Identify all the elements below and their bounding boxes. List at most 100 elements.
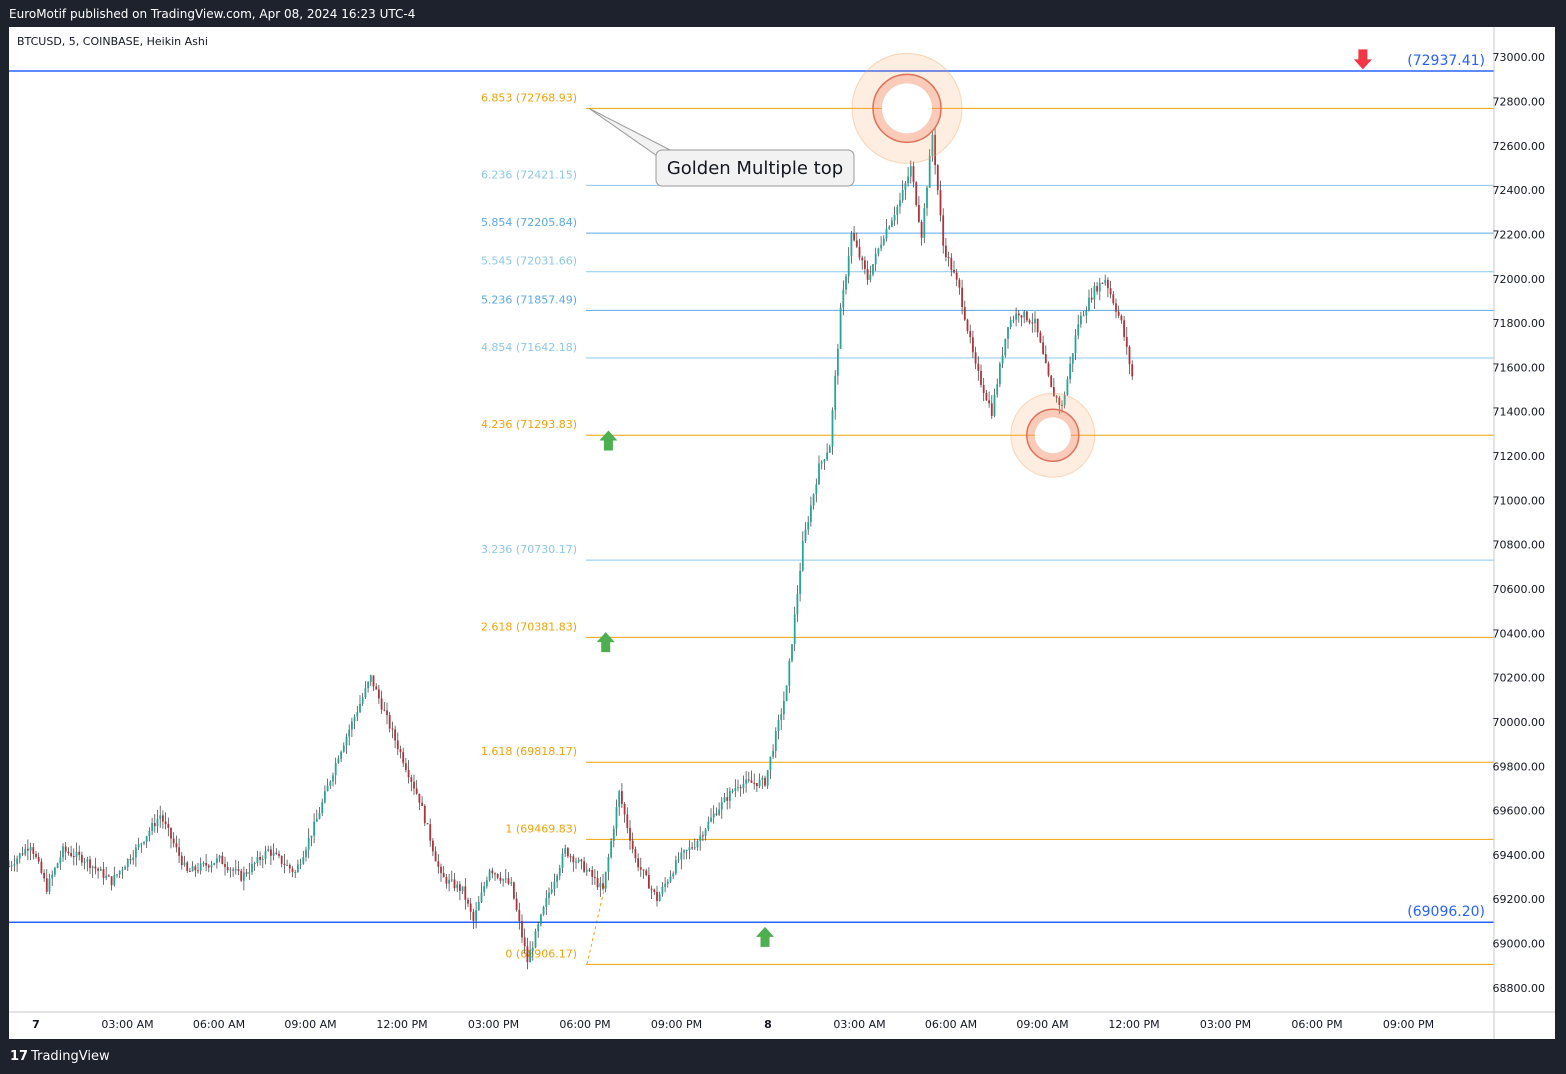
candle-body	[588, 869, 591, 871]
candle-body	[334, 762, 337, 776]
candle-body	[580, 859, 583, 862]
candle-body	[855, 240, 858, 247]
candle-body	[135, 847, 137, 858]
x-tick-label: 06:00 PM	[559, 1018, 610, 1031]
candle-body	[656, 891, 658, 902]
candle-body	[288, 864, 291, 869]
candle-body	[807, 521, 810, 530]
candle-body	[172, 838, 175, 844]
candle-body	[207, 865, 210, 868]
candle-body	[953, 269, 955, 273]
candle-body	[747, 779, 750, 781]
tradingview-logo[interactable]: 17 TradingView	[10, 1049, 110, 1064]
candle-body	[1050, 375, 1053, 388]
x-tick-label: 03:00 PM	[468, 1018, 519, 1031]
x-tick-label: 06:00 AM	[193, 1018, 245, 1031]
candle-body	[756, 783, 758, 787]
candle-body	[926, 187, 928, 209]
candle-body	[56, 863, 59, 868]
candle-body	[639, 867, 642, 870]
x-tick-label: 12:00 PM	[376, 1018, 427, 1031]
candle-body	[699, 835, 702, 841]
candle-body	[372, 675, 375, 687]
candle-body	[283, 863, 286, 866]
candle-body	[40, 861, 43, 873]
candle-body	[27, 848, 29, 851]
candle-body	[305, 849, 307, 858]
candle-body	[102, 869, 105, 878]
y-tick-label: 72600.00	[1493, 140, 1546, 153]
candle-body	[1131, 364, 1134, 377]
candle-body	[83, 861, 86, 863]
candle-body	[869, 274, 872, 280]
candle-body	[904, 183, 907, 190]
price-chart[interactable]: 6.853 (72768.93) 6.236 (72421.15) 5.854 (7…	[8, 27, 1555, 1039]
candle-body	[423, 805, 426, 824]
candle-body	[691, 847, 693, 849]
footer-bar: 17 TradingView	[0, 1039, 1566, 1074]
candle-body	[105, 875, 108, 878]
candle-body	[745, 779, 747, 784]
candle-body	[750, 780, 753, 783]
candle-body	[828, 446, 831, 453]
candle-body	[118, 870, 121, 875]
y-tick-label: 72200.00	[1493, 228, 1546, 241]
y-tick-label: 72400.00	[1493, 184, 1546, 197]
candle-body	[726, 797, 729, 801]
candle-body	[21, 853, 24, 855]
candle-body	[1042, 342, 1044, 354]
candle-body	[318, 813, 321, 819]
candle-body	[974, 352, 977, 364]
candle-body	[572, 856, 575, 863]
candle-body	[153, 823, 156, 827]
candle-body	[324, 791, 326, 803]
candle-body	[380, 698, 383, 710]
candle-body	[596, 878, 599, 888]
candle-body	[550, 889, 553, 893]
candle-body	[216, 858, 218, 864]
candle-body	[653, 889, 656, 892]
candle-body	[496, 874, 499, 878]
candle-body	[702, 835, 704, 837]
y-tick-label: 68800.00	[1493, 982, 1546, 995]
candle-body	[523, 937, 526, 947]
candle-body	[310, 835, 313, 838]
candle-body	[16, 858, 18, 865]
fib-label: 5.236 (71857.49)	[481, 293, 577, 306]
candle-body	[831, 410, 834, 447]
candle-body	[513, 882, 515, 899]
candle-body	[677, 859, 680, 861]
candle-body	[164, 821, 167, 824]
fib-label: 1.618 (69818.17)	[481, 745, 577, 758]
candle-body	[394, 729, 396, 741]
candle-body	[515, 898, 518, 910]
y-tick-label: 69200.00	[1493, 893, 1546, 906]
candle-body	[637, 858, 639, 868]
candle-body	[480, 892, 483, 902]
candle-body	[137, 844, 140, 848]
candle-body	[947, 257, 950, 259]
candle-body	[972, 337, 974, 353]
candle-body	[315, 818, 318, 822]
candle-body	[229, 869, 232, 871]
candle-body	[629, 827, 631, 841]
chart-panel[interactable]: 6.853 (72768.93) 6.236 (72421.15) 5.854 (7…	[8, 27, 1555, 1039]
candle-body	[1023, 311, 1026, 318]
candle-body	[264, 850, 267, 860]
candle-body	[912, 166, 915, 183]
y-tick-label: 71800.00	[1493, 317, 1546, 330]
candle-body	[429, 824, 432, 841]
candle-body	[761, 777, 764, 780]
candle-body	[988, 400, 990, 404]
candle-body	[340, 751, 342, 759]
candle-body	[518, 909, 521, 922]
candle-body	[440, 866, 442, 874]
arrow-up-icon	[596, 632, 615, 653]
candle-body	[936, 165, 939, 191]
candle-body	[267, 849, 270, 851]
candle-body	[1028, 320, 1031, 323]
y-tick-label: 72800.00	[1493, 95, 1546, 108]
candle-body	[132, 857, 135, 861]
candle-body	[399, 749, 402, 753]
candle-body	[820, 461, 823, 464]
